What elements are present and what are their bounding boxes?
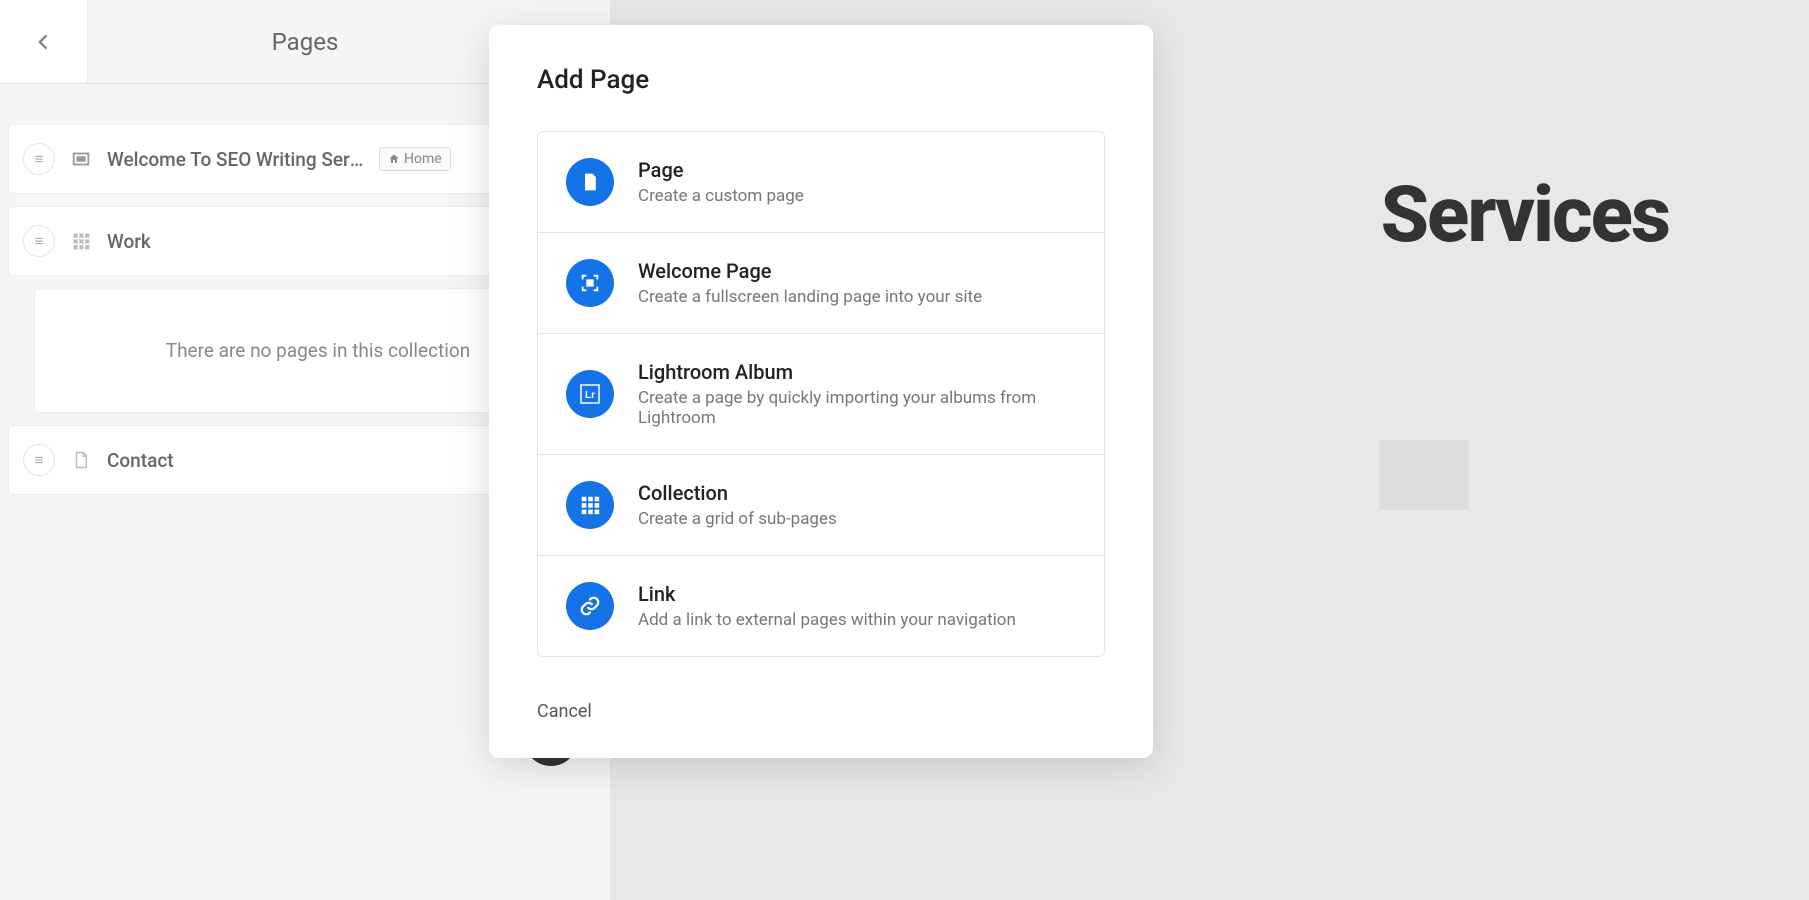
option-welcome-page[interactable]: Welcome Page Create a fullscreen landing… (538, 233, 1104, 334)
page-icon (566, 158, 614, 206)
option-collection[interactable]: Collection Create a grid of sub-pages (538, 455, 1104, 556)
page-type-options: Page Create a custom page Welcome Page C… (537, 131, 1105, 657)
add-page-modal: Add Page Page Create a custom page Welco… (489, 25, 1153, 758)
modal-title: Add Page (537, 65, 1105, 95)
option-link[interactable]: Link Add a link to external pages within… (538, 556, 1104, 656)
cancel-button[interactable]: Cancel (537, 701, 592, 722)
option-desc: Create a page by quickly importing your … (638, 388, 1076, 428)
grid-icon (566, 481, 614, 529)
lightroom-icon: Lr (566, 370, 614, 418)
option-title: Page (638, 158, 1076, 182)
link-icon (566, 582, 614, 630)
modal-overlay: Add Page Page Create a custom page Welco… (0, 0, 1809, 900)
option-lightroom-album[interactable]: Lr Lightroom Album Create a page by quic… (538, 334, 1104, 455)
option-desc: Create a grid of sub-pages (638, 509, 1076, 529)
option-desc: Create a fullscreen landing page into yo… (638, 287, 1076, 307)
svg-text:Lr: Lr (585, 390, 595, 401)
option-title: Link (638, 582, 1076, 606)
option-title: Lightroom Album (638, 360, 1076, 384)
option-title: Welcome Page (638, 259, 1076, 283)
option-desc: Create a custom page (638, 186, 1076, 206)
option-page[interactable]: Page Create a custom page (538, 132, 1104, 233)
option-desc: Add a link to external pages within your… (638, 610, 1076, 630)
option-title: Collection (638, 481, 1076, 505)
fullscreen-icon (566, 259, 614, 307)
